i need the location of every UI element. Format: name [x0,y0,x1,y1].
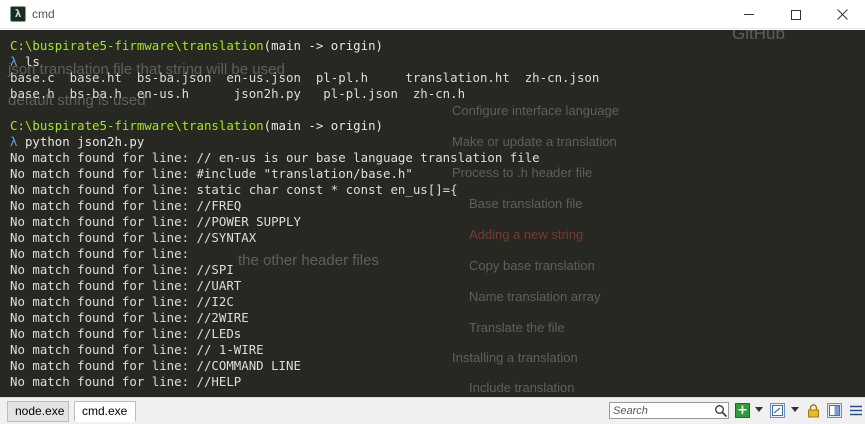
command-line: λ python json2h.py [10,134,860,150]
output-line: No match found for line: //I2C [10,294,234,309]
output-line: No match found for line: //FREQ [10,198,242,213]
close-button[interactable] [819,0,865,29]
search-input[interactable] [613,403,713,418]
tab-node-exe[interactable]: node.exe [7,401,69,422]
output-line: No match found for line: //POWER SUPPLY [10,214,301,229]
window-titlebar: λ cmd [0,0,865,29]
prompt-path-line: C:\buspirate5-firmware\translation(main … [10,38,860,54]
split-panes-icon [829,405,840,416]
command-line: λ ls [10,54,860,70]
search-box [609,402,729,419]
new-console-button[interactable]: + [735,403,750,418]
output-line: No match found for line: //UART [10,278,242,293]
split-view-button[interactable] [827,403,842,418]
menu-button[interactable] [848,403,863,418]
command-text: python json2h.py [24,134,145,149]
window-title: cmd [32,7,55,21]
chevron-down-icon[interactable] [755,407,763,412]
output-line: No match found for line: //COMMAND LINE [10,358,301,373]
minimize-icon [744,14,754,15]
view-settings-button[interactable] [770,403,785,418]
lock-button[interactable] [806,403,821,418]
terminal-output: C:\buspirate5-firmware\translation(main … [10,38,860,390]
tab-cmd-exe[interactable]: cmd.exe [74,401,136,422]
git-branch: (main -> origin) [263,118,383,133]
output-line: No match found for line: // en-us is our… [10,150,540,165]
output-line: No match found for line: // 1-WIRE [10,342,264,357]
prompt-path-line: C:\buspirate5-firmware\translation(main … [10,118,860,134]
output-line: No match found for line: //HELP [10,374,242,389]
command-text: ls [24,54,40,69]
hamburger-menu-icon [849,405,862,416]
output-line: No match found for line: //SYNTAX [10,230,257,245]
output-line: No match found for line: static char con… [10,182,458,197]
output-line: base.h bs-ba.h en-us.h json2h.py pl-pl.j… [10,86,466,101]
search-icon[interactable] [714,404,728,418]
output-line: No match found for line: //SPI [10,262,234,277]
output-line: No match found for line: //LEDs [10,326,242,341]
minimize-button[interactable] [726,0,772,29]
cmder-app-icon[interactable]: λ [10,6,26,22]
chevron-down-icon[interactable] [791,407,799,412]
output-line: base.c base.ht bs-ba.json en-us.json pl-… [10,70,600,85]
terminal-console[interactable]: GitHub json translation file that string… [0,30,865,397]
close-icon [836,9,848,20]
lock-icon [808,403,819,417]
current-directory: C:\buspirate5-firmware\translation [10,118,264,133]
maximize-button[interactable] [773,0,819,29]
console-tabbar: node.exe cmd.exe + [0,397,865,424]
output-line: No match found for line: [10,246,190,261]
current-directory: C:\buspirate5-firmware\translation [10,38,264,53]
output-line: No match found for line: #include "trans… [10,166,413,181]
output-line: No match found for line: //2WIRE [10,310,249,325]
git-branch: (main -> origin) [263,38,383,53]
window-view-icon [772,405,783,416]
maximize-icon [791,9,801,20]
